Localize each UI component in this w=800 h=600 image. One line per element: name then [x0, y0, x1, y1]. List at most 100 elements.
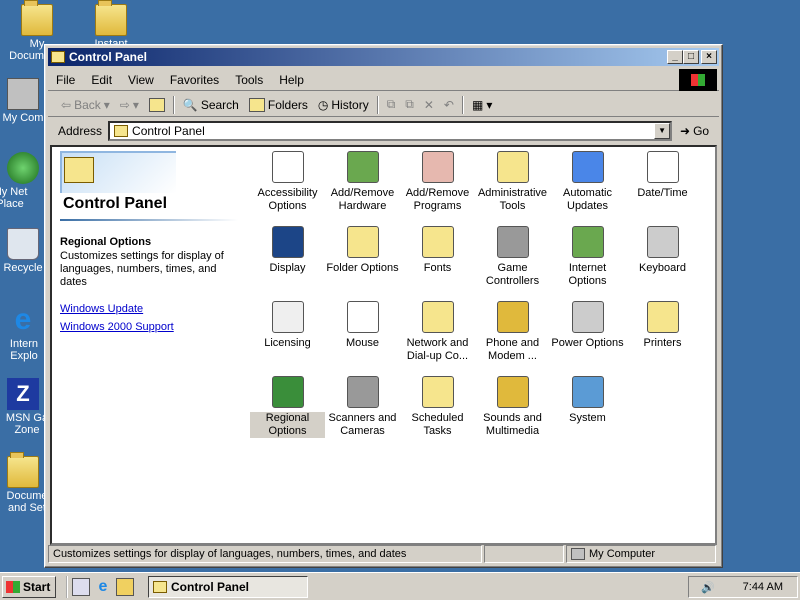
control-panel-item[interactable]: Printers [625, 301, 700, 350]
desktop-icon-label: My Net Place [0, 186, 28, 210]
close-button[interactable]: × [701, 50, 717, 64]
fonts-icon [421, 226, 454, 258]
licensing-icon [271, 301, 304, 333]
address-input[interactable]: Control Panel ▼ [108, 121, 673, 141]
search-button[interactable]: 🔍 Search [178, 95, 244, 115]
windows-flag-icon [6, 580, 20, 593]
pane-title: Control Panel [63, 195, 168, 212]
up-folder-button[interactable] [144, 95, 170, 115]
desktop-icon-label: My Com [2, 112, 44, 124]
globe-icon [271, 376, 304, 408]
address-dropdown-button[interactable]: ▼ [654, 123, 671, 139]
control-panel-item[interactable]: Folder Options [325, 226, 400, 275]
back-button[interactable]: ⇦ Back ▾ [56, 95, 115, 115]
control-panel-item[interactable]: Mouse [325, 301, 400, 350]
control-panel-item[interactable]: Power Options [550, 301, 625, 350]
menu-tools[interactable]: Tools [227, 73, 271, 87]
forward-button[interactable]: ⇨ ▾ [115, 95, 144, 115]
status-text: Customizes settings for display of langu… [48, 545, 482, 563]
control-panel-item-label: Accessibility Options [257, 187, 318, 212]
mouse-icon [346, 301, 379, 333]
back-label: Back [74, 97, 101, 112]
control-panel-item[interactable]: Accessibility Options [250, 151, 325, 213]
start-button[interactable]: Start [2, 575, 56, 598]
control-panel-icon [114, 125, 129, 137]
folders-label: Folders [267, 97, 308, 112]
start-label: Start [23, 579, 51, 594]
show-desktop-icon[interactable] [72, 577, 90, 596]
control-panel-item[interactable]: Date/Time [625, 151, 700, 200]
maximize-button[interactable]: □ [683, 50, 699, 64]
history-button[interactable]: ◷ History [313, 95, 374, 115]
speaker-icon [496, 376, 529, 408]
selected-item-title: Regional Options [60, 236, 152, 248]
move-to-button[interactable]: ⧉ [382, 95, 401, 115]
control-panel-item-label: Folder Options [326, 262, 399, 274]
control-panel-item[interactable]: Display [250, 226, 325, 275]
status-zone-label: My Computer [589, 548, 656, 560]
info-pane: Control Panel Regional Options Customize… [60, 147, 240, 543]
control-panel-item-label: Printers [643, 337, 682, 349]
search-label: Search [200, 97, 239, 112]
folders-button[interactable]: Folders [244, 95, 313, 115]
folder-icon [7, 452, 39, 488]
menu-bar: File Edit View Favorites Tools Help [48, 69, 719, 91]
control-panel-item[interactable]: Administrative Tools [475, 151, 550, 213]
go-button[interactable]: ➜ Go [680, 124, 709, 138]
copy-to-icon: ⧉ [405, 97, 414, 111]
system-tray: 🔊 7:44 AM [688, 576, 798, 598]
up-folder-icon [148, 97, 165, 112]
history-label: History [331, 97, 369, 112]
menu-help[interactable]: Help [271, 73, 312, 87]
delete-button[interactable]: ✕ [419, 95, 439, 115]
toolbar: ⇦ Back ▾ ⇨ ▾ 🔍 Search Folders ◷ History … [48, 93, 719, 117]
control-panel-item[interactable]: Scanners and Cameras [325, 376, 400, 438]
internet-explorer-icon[interactable]: e [94, 578, 112, 596]
taskbar-button-control-panel[interactable]: Control Panel [148, 575, 308, 598]
menu-favorites[interactable]: Favorites [162, 73, 227, 87]
copy-to-button[interactable]: ⧉ [400, 95, 419, 115]
control-panel-item[interactable]: Sounds and Multimedia [475, 376, 550, 438]
control-panel-item[interactable]: Add/Remove Programs [400, 151, 475, 213]
control-panel-item-label: Mouse [345, 337, 380, 349]
control-panel-item-label: Game Controllers [485, 262, 540, 287]
control-panel-item[interactable]: Licensing [250, 301, 325, 350]
control-panel-item-label: Sounds and Multimedia [483, 412, 542, 437]
control-panel-item[interactable]: Keyboard [625, 226, 700, 275]
control-panel-item[interactable]: Fonts [400, 226, 475, 275]
windows-update-link[interactable]: Windows Update [60, 303, 240, 315]
taskbar: Start e Control Panel 🔊 7:44 AM [0, 572, 800, 600]
volume-icon[interactable]: 🔊 [701, 581, 715, 594]
folder-options-icon [346, 226, 379, 258]
control-panel-item[interactable]: Scheduled Tasks [400, 376, 475, 438]
control-panel-item-label: Network and Dial-up Co... [406, 337, 469, 362]
control-panel-item-label: Date/Time [637, 187, 688, 199]
control-panel-item[interactable]: Add/Remove Hardware [325, 151, 400, 213]
desktop-icon-label: Intern Explo [9, 338, 39, 362]
control-panel-item-label: Display [269, 262, 306, 274]
control-panel-item-label: Add/Remove Hardware [330, 187, 395, 212]
windows-update-icon [571, 151, 604, 183]
menu-file[interactable]: File [48, 73, 83, 87]
control-panel-item[interactable]: Regional Options [250, 376, 325, 438]
control-panel-item[interactable]: Automatic Updates [550, 151, 625, 213]
link-list: Windows Update Windows 2000 Support [60, 303, 240, 333]
control-panel-item-label: Fonts [423, 262, 452, 274]
menu-edit[interactable]: Edit [83, 73, 120, 87]
undo-button[interactable]: ↶ [439, 95, 459, 115]
control-panel-item[interactable]: System [550, 376, 625, 425]
control-panel-item[interactable]: Phone and Modem ... [475, 301, 550, 363]
undo-icon: ↶ [443, 97, 454, 112]
minimize-button[interactable]: _ [667, 50, 683, 64]
outlook-express-icon[interactable] [116, 577, 134, 596]
views-button[interactable]: ▦ ▾ [467, 95, 497, 115]
menu-view[interactable]: View [120, 73, 162, 87]
control-panel-item[interactable]: Game Controllers [475, 226, 550, 288]
windows-support-link[interactable]: Windows 2000 Support [60, 321, 240, 333]
internet-explorer-icon: e [14, 303, 32, 336]
control-panel-item-label: Internet Options [568, 262, 607, 287]
control-panel-item[interactable]: Network and Dial-up Co... [400, 301, 475, 363]
title-bar[interactable]: Control Panel _ □ × [48, 48, 719, 66]
quick-launch: e [66, 575, 134, 598]
control-panel-item[interactable]: Internet Options [550, 226, 625, 288]
